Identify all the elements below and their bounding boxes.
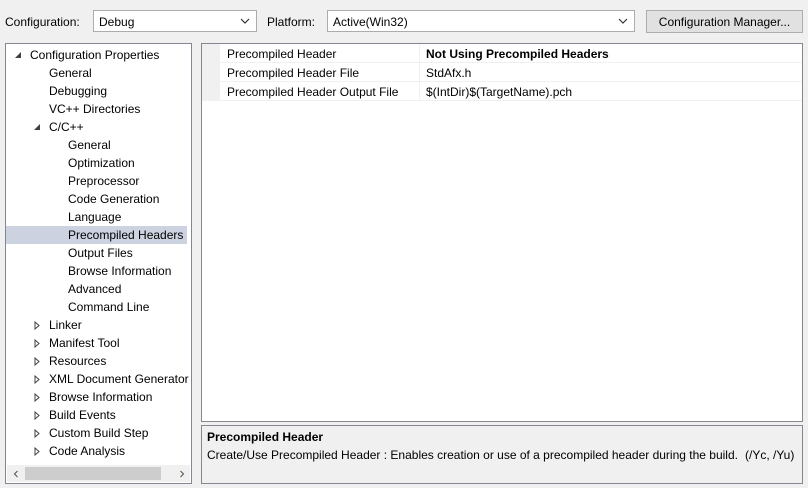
tree-item[interactable]: Browse Information — [6, 388, 191, 406]
collapsed-triangle-icon[interactable] — [31, 442, 43, 460]
property-tree[interactable]: Configuration Properties General Debugging… — [5, 43, 192, 484]
tree-item-label: Optimization — [68, 156, 135, 170]
tree-item[interactable]: Preprocessor — [6, 172, 191, 190]
tree-item[interactable]: Language — [6, 208, 191, 226]
collapsed-triangle-icon[interactable] — [31, 334, 43, 352]
row-margin — [202, 44, 220, 62]
tree-item-label: Custom Build Step — [49, 426, 149, 440]
tree-item[interactable]: Manifest Tool — [6, 334, 191, 352]
tree-item[interactable]: Debugging — [6, 82, 191, 100]
tree-item-label: C/C++ — [49, 120, 84, 134]
tree-item-label: Linker — [49, 318, 82, 332]
tree-item[interactable]: Precompiled Headers — [6, 226, 187, 244]
tree-item-label: XML Document Generator — [49, 372, 189, 386]
tree-item-label: Preprocessor — [68, 174, 140, 188]
collapsed-triangle-icon[interactable] — [31, 316, 43, 334]
description-text: Create/Use Precompiled Header : Enables … — [207, 448, 738, 462]
tree-item-label: Language — [68, 210, 122, 224]
configuration-dropdown[interactable]: Debug — [93, 10, 257, 32]
tree-item[interactable]: General — [6, 64, 191, 82]
property-name: Precompiled Header — [227, 47, 337, 61]
tree-item[interactable]: VC++ Directories — [6, 100, 191, 118]
column-divider — [419, 44, 420, 62]
description-panel: Precompiled Header Create/Use Precompile… — [201, 425, 803, 484]
tree-item[interactable]: C/C++ — [6, 118, 191, 136]
collapsed-triangle-icon[interactable] — [31, 388, 43, 406]
tree-item-label: VC++ Directories — [49, 102, 141, 116]
tree-item-label: Browse Information — [49, 390, 153, 404]
property-row[interactable]: Precompiled Header Output File $(IntDir)$… — [202, 82, 802, 101]
expanded-triangle-icon[interactable] — [31, 118, 43, 136]
collapsed-triangle-icon[interactable] — [31, 352, 43, 370]
tree-item-label: Command Line — [68, 300, 150, 314]
tree-item-label: Configuration Properties — [30, 48, 160, 62]
property-value[interactable]: Not Using Precompiled Headers — [426, 47, 609, 61]
scroll-right-icon[interactable] — [173, 465, 190, 482]
tree-item-label: General — [68, 138, 111, 152]
tree-item-label: Manifest Tool — [49, 336, 120, 350]
configuration-label: Configuration: — [5, 15, 80, 29]
tree-item-label: General — [49, 66, 92, 80]
tree-item-label: Code Generation — [68, 192, 160, 206]
tree-item[interactable]: Resources — [6, 352, 191, 370]
column-divider — [419, 82, 420, 100]
tree-item[interactable]: Custom Build Step — [6, 424, 191, 442]
configuration-value: Debug — [99, 15, 135, 29]
tree-item[interactable]: Output Files — [6, 244, 191, 262]
tree-item-label: Precompiled Headers — [68, 228, 184, 242]
tree-item[interactable]: XML Document Generator — [6, 370, 191, 388]
scroll-left-icon[interactable] — [7, 465, 24, 482]
tree-item[interactable]: Code Generation — [6, 190, 191, 208]
tree-item[interactable]: Configuration Properties — [6, 46, 191, 64]
tree-item-label: Resources — [49, 354, 107, 368]
tree-item[interactable]: Code Analysis — [6, 442, 191, 460]
row-margin — [202, 63, 220, 81]
expanded-triangle-icon[interactable] — [12, 46, 24, 64]
property-value[interactable]: StdAfx.h — [426, 66, 471, 80]
tree-item[interactable]: Browse Information — [6, 262, 191, 280]
property-value[interactable]: $(IntDir)$(TargetName).pch — [426, 85, 572, 99]
tree-item[interactable]: Advanced — [6, 280, 191, 298]
platform-value: Active(Win32) — [333, 15, 408, 29]
column-divider — [419, 63, 420, 81]
tree-item-label: Browse Information — [68, 264, 172, 278]
tree-item[interactable]: General — [6, 136, 191, 154]
horizontal-scrollbar[interactable] — [7, 465, 190, 482]
platform-label: Platform: — [267, 15, 316, 29]
tree-item[interactable]: Linker — [6, 316, 191, 334]
tree-item-label: Output Files — [68, 246, 133, 260]
chevron-down-icon — [240, 18, 250, 24]
configuration-manager-button[interactable]: Configuration Manager... — [646, 10, 803, 33]
tree-item-label: Debugging — [49, 84, 108, 98]
tree-item[interactable]: Command Line — [6, 298, 191, 316]
platform-dropdown[interactable]: Active(Win32) — [327, 10, 635, 32]
tree-item-label: Build Events — [49, 408, 116, 422]
collapsed-triangle-icon[interactable] — [31, 370, 43, 388]
tree-item-label: Code Analysis — [49, 444, 126, 458]
tree-item[interactable]: Optimization — [6, 154, 191, 172]
description-flags: (/Yc, /Yu) — [745, 448, 795, 462]
property-name: Precompiled Header File — [227, 66, 360, 80]
collapsed-triangle-icon[interactable] — [31, 424, 43, 442]
collapsed-triangle-icon[interactable] — [31, 406, 43, 424]
property-grid: Precompiled Header Not Using Precompiled … — [201, 43, 803, 422]
scrollbar-thumb[interactable] — [25, 467, 161, 480]
row-margin — [202, 82, 220, 100]
description-title: Precompiled Header — [207, 430, 324, 444]
property-row[interactable]: Precompiled Header Not Using Precompiled … — [202, 44, 802, 63]
tree-item[interactable]: Build Events — [6, 406, 191, 424]
chevron-down-icon — [618, 18, 628, 24]
configuration-manager-label: Configuration Manager... — [658, 14, 791, 29]
property-row[interactable]: Precompiled Header File StdAfx.h — [202, 63, 802, 82]
tree-item-label: Advanced — [68, 282, 122, 296]
property-name: Precompiled Header Output File — [227, 85, 399, 99]
